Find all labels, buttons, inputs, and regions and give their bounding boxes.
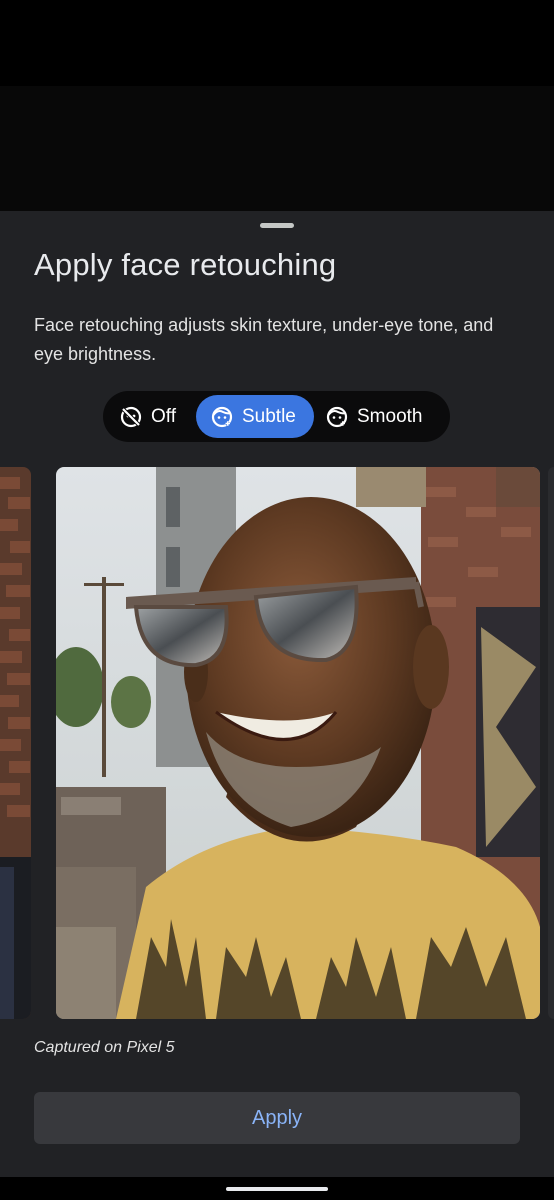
- scrim-dim-band: [0, 86, 554, 211]
- background-scrim[interactable]: [0, 0, 554, 211]
- segment-off-label: Off: [151, 405, 176, 427]
- segment-smooth[interactable]: Smooth: [325, 395, 422, 438]
- segment-subtle[interactable]: Subtle: [196, 395, 314, 438]
- segment-off[interactable]: Off: [117, 395, 176, 438]
- retouch-level-selector: Off Subtle Smooth: [103, 391, 450, 442]
- segment-smooth-label: Smooth: [357, 405, 423, 427]
- next-photo-preview[interactable]: [548, 467, 554, 1019]
- segment-subtle-label: Subtle: [242, 405, 296, 427]
- system-navigation-bar: [0, 1177, 554, 1200]
- photo-carousel[interactable]: [0, 467, 554, 1019]
- apply-button[interactable]: Apply: [34, 1092, 520, 1144]
- bottom-sheet: Apply face retouching Face retouching ad…: [0, 211, 554, 1177]
- drag-handle[interactable]: [260, 223, 294, 228]
- sheet-description: Face retouching adjusts skin texture, un…: [34, 315, 494, 364]
- face-retouch-icon: [211, 406, 233, 427]
- photo-caption: Captured on Pixel 5: [34, 1039, 175, 1056]
- face-retouch-icon: [326, 406, 348, 427]
- retouch-preview-photo: [56, 467, 540, 1019]
- home-gesture-handle[interactable]: [226, 1187, 328, 1191]
- previous-photo-preview[interactable]: [0, 467, 31, 1019]
- face-off-icon: [120, 406, 142, 427]
- sheet-title: Apply face retouching: [34, 247, 337, 282]
